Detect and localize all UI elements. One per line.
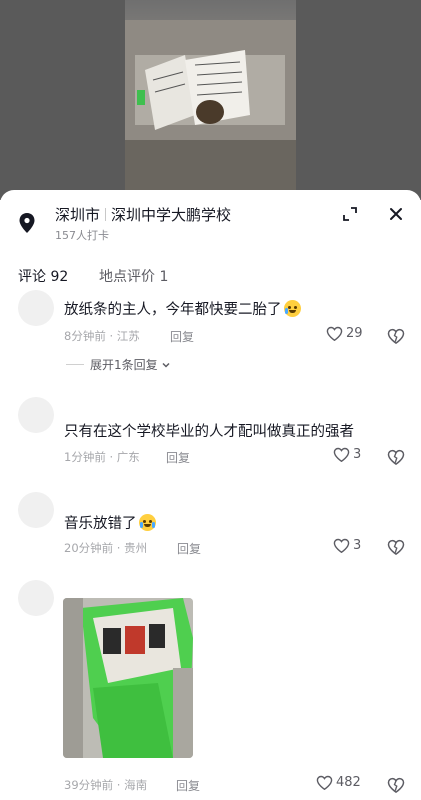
dislike-heart-icon[interactable] bbox=[387, 538, 405, 556]
comment-body: 放纸条的主人，今年都快要二胎了 bbox=[64, 302, 282, 318]
reply-button[interactable]: 回复 bbox=[177, 540, 201, 557]
title-divider bbox=[105, 208, 107, 221]
reply-button[interactable]: 回复 bbox=[166, 449, 190, 466]
chevron-down-icon bbox=[162, 362, 170, 368]
comment-text: 放纸条的主人，今年都快要二胎了 bbox=[64, 298, 301, 319]
comment-meta: 1分钟前 · 广东 bbox=[64, 450, 140, 464]
dislike-heart-icon[interactable] bbox=[387, 448, 405, 466]
location-header[interactable]: 深圳市 深圳中学大鹏学校 157人打卡 bbox=[0, 190, 421, 248]
like-count: 3 bbox=[353, 538, 362, 553]
heart-icon bbox=[316, 775, 333, 790]
comment-sheet: 深圳市 深圳中学大鹏学校 157人打卡 评论 92 地点评价 1 放纸条的主人，今… bbox=[0, 190, 421, 800]
expand-icon bbox=[343, 207, 357, 221]
avatar[interactable] bbox=[18, 290, 54, 326]
comment-meta: 39分钟前 · 海南 bbox=[64, 778, 148, 792]
like-button[interactable]: 29 bbox=[326, 326, 363, 341]
avatar[interactable] bbox=[18, 492, 54, 528]
comment-meta: 20分钟前 · 贵州 bbox=[64, 541, 148, 555]
comment-photo bbox=[63, 598, 193, 758]
like-count: 29 bbox=[346, 326, 363, 341]
expand-button[interactable] bbox=[336, 200, 364, 228]
avatar[interactable] bbox=[18, 580, 54, 616]
tab-bar: 评论 92 地点评价 1 bbox=[0, 260, 421, 290]
location-place: 深圳中学大鹏学校 bbox=[111, 206, 232, 224]
heart-icon bbox=[333, 447, 350, 462]
like-count: 482 bbox=[336, 775, 361, 790]
expand-replies[interactable]: 展开1条回复 bbox=[66, 356, 171, 373]
location-pin-icon bbox=[19, 213, 35, 233]
dislike-heart-icon[interactable] bbox=[387, 327, 405, 345]
comment-body: 音乐放错了 bbox=[64, 516, 137, 532]
like-button[interactable]: 482 bbox=[316, 775, 361, 790]
reply-button[interactable]: 回复 bbox=[176, 777, 200, 794]
checkin-count: 157人打卡 bbox=[55, 229, 109, 242]
crying-face-emoji bbox=[283, 300, 301, 317]
reply-button[interactable]: 回复 bbox=[170, 328, 194, 345]
video-still bbox=[125, 20, 296, 192]
comment-image[interactable] bbox=[63, 598, 193, 758]
like-button[interactable]: 3 bbox=[333, 538, 361, 553]
location-title[interactable]: 深圳市 深圳中学大鹏学校 bbox=[55, 204, 231, 225]
tab-place-reviews[interactable]: 地点评价 1 bbox=[99, 266, 168, 286]
comment-meta: 8分钟前 · 江苏 bbox=[64, 329, 140, 343]
avatar[interactable] bbox=[18, 397, 54, 433]
comment-text: 只有在这个学校毕业的人才配叫做真正的强者 bbox=[64, 424, 354, 440]
crying-face-emoji bbox=[138, 514, 156, 531]
close-icon bbox=[390, 208, 402, 220]
close-button[interactable] bbox=[382, 200, 410, 228]
expand-replies-label: 展开1条回复 bbox=[90, 358, 158, 372]
location-city: 深圳市 bbox=[55, 206, 101, 224]
comment-text: 音乐放错了 bbox=[64, 512, 156, 533]
dislike-heart-icon[interactable] bbox=[387, 776, 405, 794]
tab-comments[interactable]: 评论 92 bbox=[18, 266, 68, 286]
heart-icon bbox=[326, 326, 343, 341]
like-button[interactable]: 3 bbox=[333, 447, 361, 462]
expand-divider bbox=[66, 364, 84, 365]
like-count: 3 bbox=[353, 447, 362, 462]
heart-icon bbox=[333, 538, 350, 553]
video-preview[interactable] bbox=[0, 0, 421, 200]
video-frame bbox=[125, 0, 296, 192]
